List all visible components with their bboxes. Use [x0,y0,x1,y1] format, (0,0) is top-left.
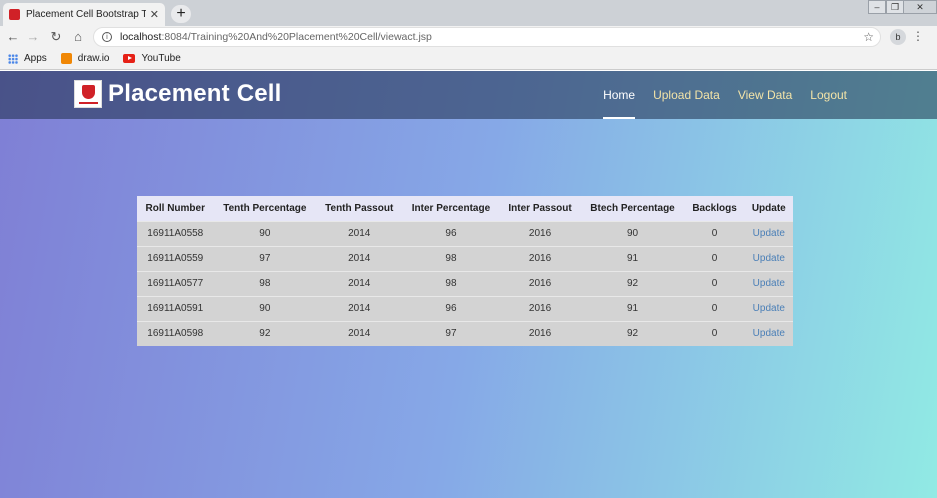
nav-logout[interactable]: Logout [810,71,847,119]
table-cell: 92 [580,270,685,296]
browser-tab[interactable]: Placement Cell Bootstrap Template ✕ [3,3,165,26]
site-navbar: Placement Cell Home Upload Data View Dat… [0,71,937,119]
table-cell: 2014 [316,320,403,346]
table-cell: 0 [684,320,745,346]
table-cell: 2014 [316,295,403,321]
update-link[interactable]: Update [744,220,793,246]
drawio-icon [60,53,72,64]
url-host: localhost [120,31,162,43]
table-row: 16911A0559 97 2014 98 2016 91 0 Update [137,245,793,271]
roll-number-cell: 16911A0559 [137,245,214,271]
bookmarks-bar: Apps draw.io YouTube [0,48,937,70]
nav-view-data[interactable]: View Data [738,71,792,119]
table-cell: 0 [684,295,745,321]
table-cell: 2016 [499,245,581,271]
table-cell: 91 [580,295,685,321]
column-header: Inter Passout [499,196,581,221]
table-cell: 98 [402,270,500,296]
column-header: Tenth Passout [316,196,403,221]
youtube-icon [123,54,136,63]
roll-number-cell: 16911A0558 [137,220,214,246]
column-header: Btech Percentage [580,196,685,221]
table-cell: 90 [213,220,317,246]
column-header: Tenth Percentage [213,196,317,221]
forward-icon[interactable]: → [25,29,41,45]
update-link[interactable]: Update [744,320,793,346]
maximize-icon[interactable]: ❐ [886,0,904,14]
table-cell: 2016 [499,270,581,296]
browser-toolbar: ← → ↻ ⌂ i localhost:8084/Training%20And%… [0,26,937,48]
menu-dots-icon[interactable]: ⋮ [912,29,924,43]
nav-upload-data[interactable]: Upload Data [653,71,720,119]
column-header: Update [744,196,793,221]
table-row: 16911A0591 90 2014 96 2016 91 0 Update [137,295,793,321]
table-cell: 98 [213,270,317,296]
bookmark-apps[interactable]: Apps [8,53,47,64]
apps-icon [8,53,18,64]
page-body: Placement Cell Home Upload Data View Dat… [0,71,937,498]
column-header: Roll Number [137,196,214,221]
table-cell: 96 [402,295,500,321]
bookmark-star-icon[interactable]: ☆ [863,30,874,44]
back-icon[interactable]: ← [5,29,21,45]
url-path: :8084/Training%20And%20Placement%20Cell/… [161,31,432,43]
student-data-table: Roll Number Tenth Percentage Tenth Passo… [137,196,793,346]
table-cell: 2016 [499,320,581,346]
table-cell: 98 [402,245,500,271]
info-icon[interactable]: i [102,32,112,42]
brand[interactable]: Placement Cell [74,80,282,108]
home-icon[interactable]: ⌂ [70,29,86,45]
table-cell: 97 [402,320,500,346]
roll-number-cell: 16911A0598 [137,320,214,346]
nav-links: Home Upload Data View Data Logout [603,71,937,119]
bookmark-drawio[interactable]: draw.io [60,53,110,64]
new-tab-button[interactable]: + [171,5,191,23]
table-cell: 0 [684,245,745,271]
address-bar[interactable]: i localhost:8084/Training%20And%20Placem… [93,27,881,47]
profile-avatar[interactable]: b [890,29,906,45]
table-cell: 2014 [316,245,403,271]
bookmark-label: YouTube [141,53,181,64]
minimize-icon[interactable]: – [868,0,886,14]
table-row: 16911A0558 90 2014 96 2016 90 0 Update [137,220,793,246]
close-window-icon[interactable]: ✕ [903,0,937,14]
tab-title: Placement Cell Bootstrap Template [26,9,146,20]
college-logo-icon [74,80,102,108]
update-link[interactable]: Update [744,270,793,296]
table-cell: 96 [402,220,500,246]
favicon-icon [9,9,20,20]
update-link[interactable]: Update [744,245,793,271]
column-header: Inter Percentage [402,196,500,221]
table-cell: 97 [213,245,317,271]
table-row: 16911A0598 92 2014 97 2016 92 0 Update [137,320,793,346]
roll-number-cell: 16911A0577 [137,270,214,296]
reload-icon[interactable]: ↻ [48,29,64,45]
tab-close-icon[interactable]: ✕ [150,8,159,21]
table-cell: 2016 [499,295,581,321]
table-cell: 2014 [316,270,403,296]
table-cell: 91 [580,245,685,271]
table-cell: 0 [684,220,745,246]
table-cell: 90 [213,295,317,321]
update-link[interactable]: Update [744,295,793,321]
browser-tabstrip: Placement Cell Bootstrap Template ✕ + – … [0,0,937,26]
bookmark-label: Apps [24,53,47,64]
column-header: Backlogs [684,196,745,221]
table-cell: 90 [580,220,685,246]
table-cell: 92 [213,320,317,346]
table-header-row: Roll Number Tenth Percentage Tenth Passo… [137,196,793,221]
nav-home[interactable]: Home [603,71,636,119]
bookmark-label: draw.io [77,53,110,64]
table-row: 16911A0577 98 2014 98 2016 92 0 Update [137,270,793,296]
bookmark-youtube[interactable]: YouTube [123,53,181,64]
roll-number-cell: 16911A0591 [137,295,214,321]
brand-title: Placement Cell [108,80,282,107]
table-cell: 2016 [499,220,581,246]
table-cell: 92 [580,320,685,346]
table-cell: 2014 [316,220,403,246]
table-cell: 0 [684,270,745,296]
